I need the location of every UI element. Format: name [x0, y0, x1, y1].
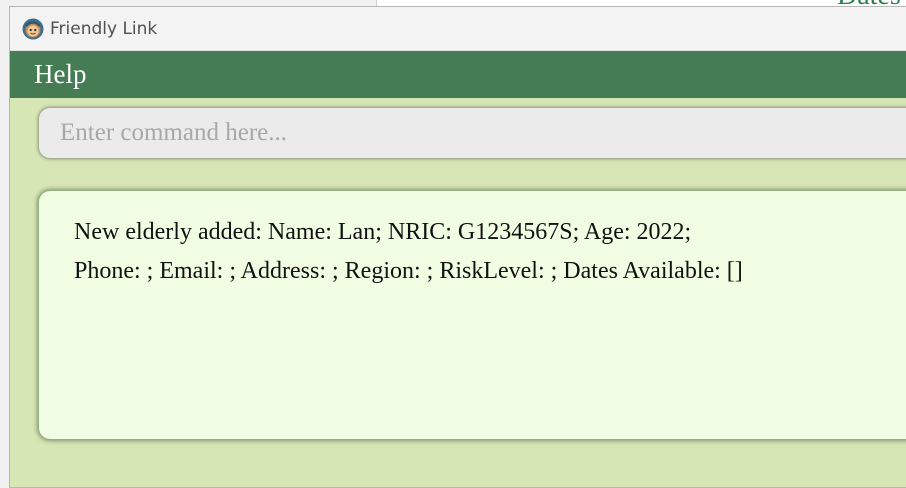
result-line-1: New elderly added: Name: Lan; NRIC: G123…: [74, 219, 692, 245]
menu-item-help[interactable]: Help: [34, 59, 86, 90]
title-bar[interactable]: Friendly Link: [10, 7, 906, 51]
window-title: Friendly Link: [50, 18, 158, 39]
result-display: New elderly added: Name: Lan; NRIC: G123…: [39, 191, 906, 439]
result-line-2: Phone: ; Email: ; Address: ; Region: ; R…: [74, 258, 743, 284]
command-box[interactable]: [39, 108, 906, 158]
menu-bar: Help: [10, 51, 906, 98]
monkey-avatar-icon: [22, 18, 44, 40]
result-message: New elderly added: Name: Lan; NRIC: G123…: [74, 213, 906, 291]
command-input[interactable]: [58, 118, 906, 148]
